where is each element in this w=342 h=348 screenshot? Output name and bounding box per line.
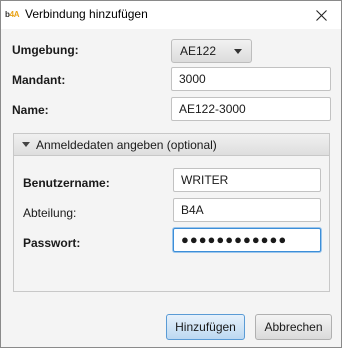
app-logo-icon: b4A <box>5 10 20 19</box>
environment-value: AE122 <box>180 44 217 58</box>
close-icon <box>315 9 327 21</box>
password-label: Passwort: <box>23 236 81 250</box>
dialog-content: Umgebung: AE122 Mandant: 3000 Name: AE12… <box>1 29 341 347</box>
department-label: Abteilung: <box>23 206 77 220</box>
environment-label: Umgebung: <box>12 43 79 57</box>
name-label: Name: <box>12 103 49 117</box>
add-button[interactable]: Hinzufügen <box>166 314 245 340</box>
mandant-field[interactable]: 3000 <box>171 67 331 91</box>
credentials-section: Anmeldedaten angeben (optional) Benutzer… <box>13 133 330 292</box>
credentials-section-title: Anmeldedaten angeben (optional) <box>36 138 217 152</box>
name-field[interactable]: AE122-3000 <box>171 97 331 121</box>
cancel-button[interactable]: Abbrechen <box>255 314 332 340</box>
password-field[interactable]: ●●●●●●●●●●●● <box>173 228 321 252</box>
username-label: Benutzername: <box>23 176 110 190</box>
department-field[interactable]: B4A <box>173 198 321 222</box>
credentials-section-header[interactable]: Anmeldedaten angeben (optional) <box>14 134 329 156</box>
environment-combobox[interactable]: AE122 <box>171 39 252 63</box>
window-title: Verbindung hinzufügen <box>25 7 148 21</box>
triangle-down-icon <box>22 142 30 147</box>
title-bar[interactable]: b4A Verbindung hinzufügen <box>1 1 341 29</box>
close-button[interactable] <box>301 1 341 29</box>
mandant-label: Mandant: <box>12 73 66 87</box>
chevron-down-icon <box>234 49 242 54</box>
dialog-window: b4A Verbindung hinzufügen Umgebung: AE12… <box>0 0 342 348</box>
username-field[interactable]: WRITER <box>173 168 321 192</box>
